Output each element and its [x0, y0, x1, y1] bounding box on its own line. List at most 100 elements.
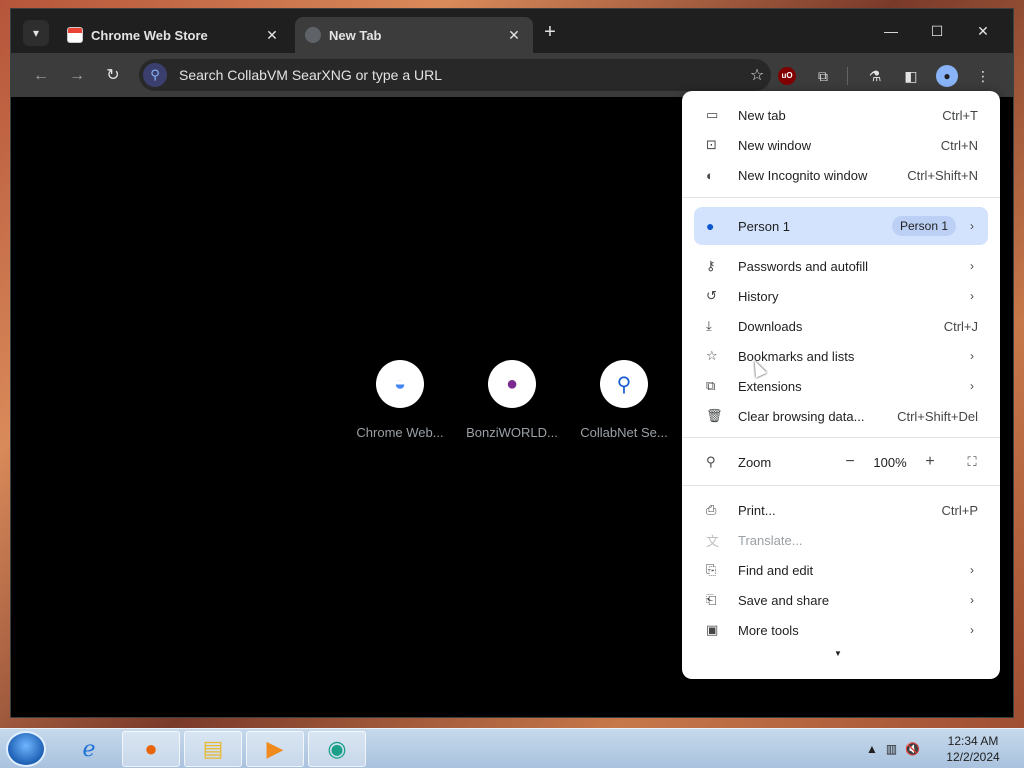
menu-item-label: Passwords and autofill	[738, 258, 869, 274]
chrome-main-menu: ▭ New tab Ctrl+T ⊡ New window Ctrl+N ◐ N…	[682, 91, 1000, 679]
chrome-icon[interactable]: ◉	[308, 731, 366, 767]
menu-item-label: Clear browsing data...	[738, 408, 865, 424]
translate-icon: 文	[706, 533, 720, 549]
tab-title: New Tab	[329, 27, 382, 43]
key-icon: ⚷	[706, 258, 716, 273]
file-explorer-icon[interactable]: ▤	[184, 731, 242, 767]
firefox-icon[interactable]: ●	[122, 731, 180, 767]
menu-item-new-incognito-window[interactable]: ◐ New Incognito window Ctrl+Shift+N	[682, 160, 1000, 190]
internet-explorer-icon[interactable]: ℯ	[60, 731, 118, 767]
menu-item-shortcut: Ctrl+Shift+Del	[897, 408, 978, 424]
profile-avatar-icon[interactable]: ●	[935, 64, 959, 88]
volume-muted-icon[interactable]: 🔇	[905, 742, 920, 756]
menu-item-label: Bookmarks and lists	[738, 348, 855, 364]
show-hidden-icons-icon[interactable]: ▲	[866, 742, 878, 756]
clock-time: 12:34 AM	[947, 734, 999, 748]
zoom-out-button[interactable]: −	[836, 448, 864, 476]
maximize-button[interactable]: ☐	[919, 19, 955, 43]
chrome-web-store-favicon-icon	[67, 27, 83, 43]
bonziworld-icon: ●	[488, 360, 536, 408]
menu-item-label: History	[738, 288, 779, 304]
new-tab-plus-icon[interactable]: +	[539, 21, 561, 43]
menu-item-shortcut: Ctrl+Shift+N	[907, 167, 978, 183]
tab-close-icon[interactable]: ✕	[505, 27, 523, 44]
menu-item-save-and-share[interactable]: ⎗ Save and share ›	[682, 585, 1000, 615]
ublock-origin-extension-icon[interactable]: uO	[775, 64, 799, 88]
chevron-right-icon: ›	[970, 259, 974, 273]
menu-item-new-tab[interactable]: ▭ New tab Ctrl+T	[682, 100, 1000, 130]
shortcut-tile[interactable]: ● BonziWORLD...	[462, 360, 562, 440]
menu-item-passwords-and-autofill[interactable]: ⚷ Passwords and autofill ›	[682, 251, 1000, 281]
tab-search-button[interactable]: ▾	[23, 20, 49, 46]
menu-item-label: New window	[738, 137, 811, 153]
menu-divider	[682, 485, 1000, 486]
find-page-icon: ⎘	[706, 562, 717, 577]
scroll-down-arrow-icon[interactable]: ▼	[834, 649, 842, 658]
tab-close-icon[interactable]: ✕	[263, 27, 281, 44]
menu-item-label: Zoom	[738, 454, 772, 470]
shortcut-label: BonziWORLD...	[466, 425, 558, 440]
puzzle-icon: ⧉	[706, 378, 716, 393]
menu-item-new-window[interactable]: ⊡ New window Ctrl+N	[682, 130, 1000, 160]
menu-item-label: New tab	[738, 107, 786, 123]
menu-divider	[682, 437, 1000, 438]
menu-item-translate: 文 Translate...	[682, 525, 1000, 555]
system-tray: ▲ ▥ 🔇	[866, 739, 936, 759]
menu-item-print[interactable]: ⎙ Print... Ctrl+P	[682, 495, 1000, 525]
menu-item-label: More tools	[738, 622, 799, 638]
extensions-puzzle-icon[interactable]: ⧉	[811, 64, 835, 88]
side-panel-icon[interactable]: ◧	[899, 64, 923, 88]
star-icon: ☆	[706, 348, 718, 363]
menu-item-label: Translate...	[738, 532, 803, 548]
search-magnifier-icon: ⚲	[600, 360, 648, 408]
menu-item-history[interactable]: ↺ History ›	[682, 281, 1000, 311]
menu-item-shortcut: Ctrl+J	[943, 318, 978, 334]
tab-chrome-web-store[interactable]: Chrome Web Store ✕	[57, 17, 291, 53]
back-arrow-icon[interactable]: ←	[29, 64, 53, 88]
toolbar-divider	[847, 67, 848, 85]
shortcut-label: Chrome Web...	[356, 425, 444, 440]
windows-taskbar: ℯ ● ▤ ▶ ◉ ▲ ▥ 🔇 12:34 AM 12/2/2024	[0, 728, 1024, 768]
menu-item-label: Downloads	[738, 318, 803, 334]
chevron-right-icon: ›	[970, 349, 974, 363]
forward-arrow-icon[interactable]: →	[65, 64, 89, 88]
menu-item-more-tools[interactable]: ▣ More tools ›	[682, 615, 1000, 645]
network-icon[interactable]: ▥	[886, 742, 897, 756]
menu-item-extensions[interactable]: ⧉ Extensions ›	[682, 371, 1000, 401]
chrome-labs-flask-icon[interactable]: ⚗	[863, 64, 887, 88]
profile-name: Person 1	[738, 218, 791, 234]
reload-icon[interactable]: ↻	[101, 64, 125, 88]
taskbar-clock[interactable]: 12:34 AM 12/2/2024	[940, 733, 1006, 765]
menu-item-profile[interactable]: ● Person 1 Person 1 ›	[694, 207, 988, 245]
menu-item-downloads[interactable]: ⤓ Downloads Ctrl+J	[682, 311, 1000, 341]
tab-title: Chrome Web Store	[91, 27, 208, 43]
shortcut-tile[interactable]: ⚲ CollabNet Se...	[574, 360, 674, 440]
start-button[interactable]	[6, 731, 46, 767]
menu-item-clear-browsing-data[interactable]: 🗑 Clear browsing data... Ctrl+Shift+Del	[682, 401, 1000, 431]
minimize-button[interactable]: —	[873, 19, 909, 43]
chevron-right-icon: ›	[970, 289, 974, 303]
menu-item-find-and-edit[interactable]: ⎘ Find and edit ›	[682, 555, 1000, 585]
clock-date: 12/2/2024	[946, 750, 1000, 764]
trash-icon: 🗑	[706, 408, 723, 423]
tab-new-tab[interactable]: New Tab ✕	[295, 17, 533, 53]
media-player-icon[interactable]: ▶	[246, 731, 304, 767]
globe-favicon-icon	[305, 27, 321, 43]
search-icon: ⚲	[143, 63, 167, 87]
menu-three-dots-icon[interactable]: ⋮	[971, 64, 995, 88]
chevron-right-icon: ›	[970, 379, 974, 393]
menu-divider	[682, 197, 1000, 198]
shortcut-label: CollabNet Se...	[580, 425, 668, 440]
address-bar[interactable]: ⚲ Search CollabVM SearXNG or type a URL …	[139, 59, 771, 91]
zoom-in-button[interactable]: +	[916, 448, 944, 476]
menu-item-label: Save and share	[738, 592, 830, 608]
chevron-right-icon: ›	[970, 623, 974, 637]
shortcut-tile[interactable]: ◒ Chrome Web...	[350, 360, 450, 440]
download-icon: ⤓	[706, 318, 712, 333]
close-window-button[interactable]: ✕	[965, 19, 1001, 43]
new-window-icon: ⊡	[706, 137, 717, 152]
menu-item-bookmarks-and-lists[interactable]: ☆ Bookmarks and lists ›	[682, 341, 1000, 371]
bookmark-star-icon[interactable]: ☆	[743, 65, 771, 85]
history-icon: ↺	[706, 288, 717, 303]
fullscreen-icon[interactable]: ⛶	[958, 448, 986, 476]
